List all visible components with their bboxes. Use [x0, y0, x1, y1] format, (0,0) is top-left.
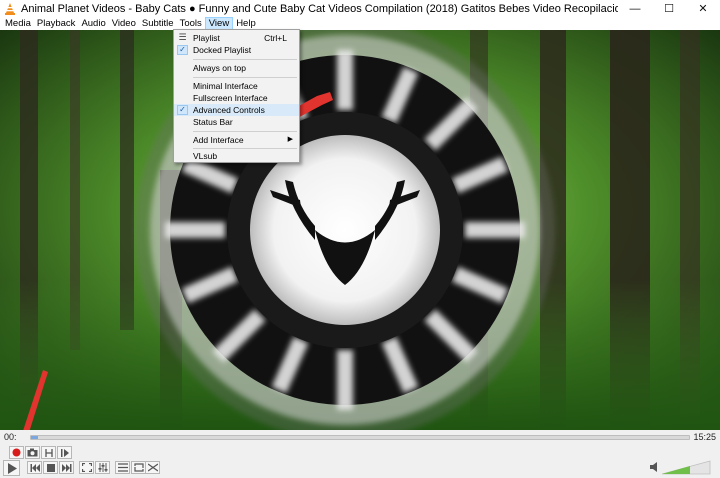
menu-item-docked-playlist-label: Docked Playlist: [193, 45, 252, 55]
menu-separator: [193, 59, 297, 60]
frame-by-frame-button[interactable]: [57, 446, 72, 459]
video-frame: [0, 30, 720, 430]
elapsed-time: 00:: [4, 432, 17, 442]
seek-slider[interactable]: [30, 435, 690, 440]
menu-separator: [193, 131, 297, 132]
equalizer-icon: [98, 463, 107, 472]
maximize-button[interactable]: ☐: [652, 0, 686, 17]
menu-item-status-bar-label: Status Bar: [193, 117, 233, 127]
menu-item-playlist-label: Playlist: [193, 33, 220, 43]
menu-item-advanced-controls-label: Advanced Controls: [193, 105, 265, 115]
total-time: 15:25: [693, 432, 716, 442]
playlist-shortcut: Ctrl+L: [264, 33, 287, 43]
menu-item-vlsub-label: VLsub: [193, 151, 218, 161]
fullscreen-icon: [81, 463, 92, 472]
record-button[interactable]: [9, 446, 24, 459]
minimize-button[interactable]: —: [618, 0, 652, 17]
menu-item-status-bar[interactable]: Status Bar: [174, 116, 299, 128]
shuffle-icon: [147, 463, 158, 472]
menu-media[interactable]: Media: [2, 17, 34, 30]
menu-item-fullscreen-interface-label: Fullscreen Interface: [193, 93, 268, 103]
volume-slider[interactable]: [650, 459, 712, 475]
close-button[interactable]: ✕: [686, 0, 720, 17]
extended-settings-button[interactable]: [95, 461, 110, 474]
speaker-icon: [650, 462, 657, 472]
menu-subtitle[interactable]: Subtitle: [139, 17, 177, 30]
menu-item-always-on-top[interactable]: Always on top: [174, 62, 299, 74]
menu-item-docked-playlist[interactable]: ✓ Docked Playlist: [174, 44, 299, 56]
submenu-arrow-icon: ▶: [287, 136, 293, 143]
shuffle-button[interactable]: [145, 461, 160, 474]
seek-progress: [31, 436, 38, 439]
stop-button[interactable]: [43, 461, 58, 474]
playlist-icon: [117, 463, 128, 472]
frame-step-icon: [60, 448, 69, 457]
playlist-toggle-button[interactable]: [115, 461, 130, 474]
menu-item-advanced-controls[interactable]: ✓ Advanced Controls: [174, 104, 299, 116]
loop-button[interactable]: [131, 461, 146, 474]
menu-separator: [193, 77, 297, 78]
menu-playback[interactable]: Playback: [34, 17, 79, 30]
menu-video[interactable]: Video: [109, 17, 139, 30]
view-menu-dropdown: ☰ Playlist Ctrl+L ✓ Docked Playlist Alwa…: [173, 29, 300, 163]
menu-item-minimal-interface[interactable]: Minimal Interface: [174, 80, 299, 92]
snapshot-button[interactable]: [25, 446, 40, 459]
loop-ab-icon: [44, 448, 53, 457]
next-icon: [61, 463, 71, 472]
play-icon: [7, 462, 17, 474]
menu-bar: Media Playback Audio Video Subtitle Tool…: [0, 17, 720, 30]
next-button[interactable]: [59, 461, 74, 474]
previous-button[interactable]: [27, 461, 42, 474]
menu-separator: [193, 148, 297, 149]
window-title: Animal Planet Videos - Baby Cats ● Funny…: [21, 2, 618, 15]
menu-item-add-interface[interactable]: Add Interface ▶: [174, 134, 299, 146]
record-icon: [12, 448, 21, 457]
controls-bar: [0, 444, 720, 478]
vlc-cone-icon: [5, 2, 15, 15]
title-bar: Animal Planet Videos - Baby Cats ● Funny…: [0, 0, 720, 17]
menu-item-playlist[interactable]: ☰ Playlist Ctrl+L: [174, 32, 299, 44]
fullscreen-button[interactable]: [79, 461, 94, 474]
check-icon: ✓: [177, 45, 188, 55]
previous-icon: [30, 463, 40, 472]
menu-item-always-on-top-label: Always on top: [193, 63, 246, 73]
menu-item-vlsub[interactable]: VLsub: [174, 150, 299, 162]
stop-icon: [46, 463, 55, 472]
loop-ab-button[interactable]: [41, 446, 56, 459]
menu-item-fullscreen-interface[interactable]: Fullscreen Interface: [174, 92, 299, 104]
menu-audio[interactable]: Audio: [78, 17, 108, 30]
camera-icon: [27, 448, 38, 457]
video-area[interactable]: [0, 30, 720, 430]
menu-item-add-interface-label: Add Interface: [193, 135, 244, 145]
play-button[interactable]: [3, 460, 20, 476]
loop-icon: [133, 463, 144, 472]
seek-row: 00: 15:25: [0, 430, 720, 444]
check-icon: ✓: [177, 105, 188, 115]
playlist-icon: ☰: [178, 32, 187, 42]
menu-item-minimal-interface-label: Minimal Interface: [193, 81, 258, 91]
